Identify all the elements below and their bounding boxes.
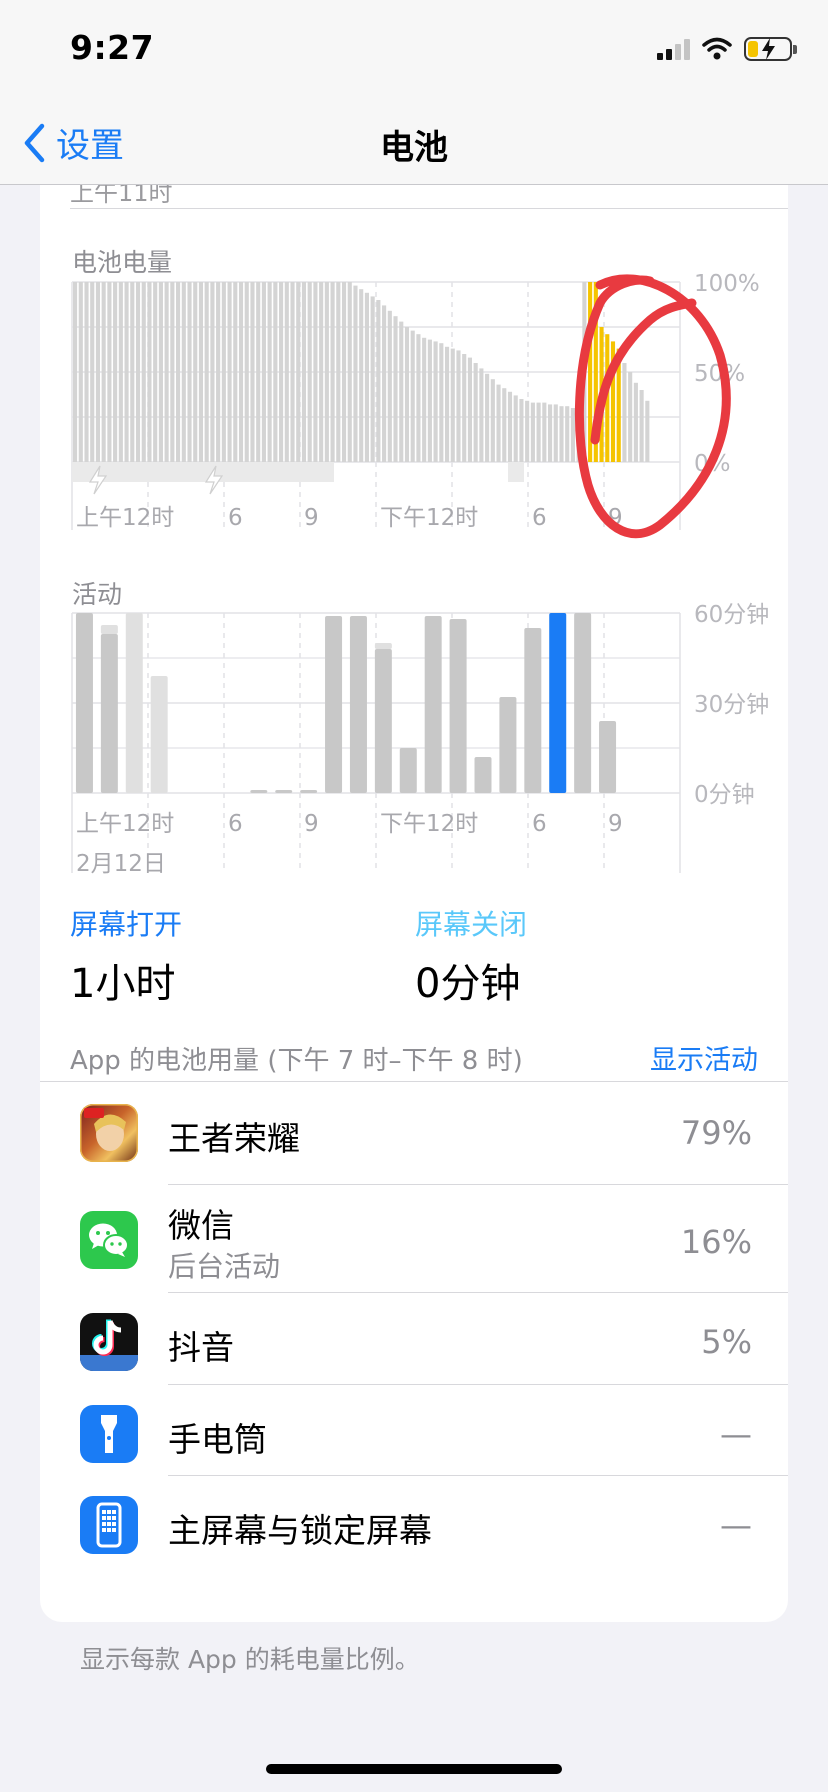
activity-chart: 60分钟 30分钟 0分钟上午12时 6 9 下午12时 6 9 2月12日 bbox=[71, 602, 769, 877]
activity-bar bbox=[300, 790, 318, 793]
page-title: 电池 bbox=[380, 128, 448, 168]
x-tick-label: 9 bbox=[304, 811, 319, 837]
app-row-douyin[interactable]: 抖音 5% bbox=[40, 1293, 788, 1385]
activity-bar bbox=[275, 790, 293, 793]
date-label: 2月12日 bbox=[76, 851, 166, 877]
activity-bar bbox=[524, 628, 542, 793]
app-name: 抖音 bbox=[168, 1328, 234, 1367]
app-row-game[interactable]: 王者荣耀 79% bbox=[40, 1082, 788, 1185]
battery-card: 上午11时 电池电量 100% 50% 0% 上午12时 6 9 下午12时 6 9 活动 60… bbox=[40, 185, 788, 1622]
nav-bar: 设置 电池 bbox=[0, 100, 828, 185]
wechat-icon bbox=[80, 1211, 138, 1269]
app-name: 主屏幕与锁定屏幕 bbox=[168, 1511, 432, 1550]
charging-bolt-icon bbox=[762, 38, 775, 60]
status-time: 9:27 bbox=[70, 28, 155, 67]
app-usage-header: App 的电池用量 (下午 7 时–下午 8 时) bbox=[70, 1046, 523, 1076]
cellular-signal-icon bbox=[657, 38, 690, 60]
screen-off-label: 屏幕关闭 bbox=[415, 908, 528, 941]
activity-bar bbox=[499, 697, 517, 793]
activity-bar bbox=[349, 616, 367, 793]
activity-bar bbox=[125, 613, 143, 793]
x-tick-label: 下午12时 bbox=[380, 811, 478, 837]
show-activity-button[interactable]: 显示活动 bbox=[650, 1038, 758, 1077]
status-bar: 9:27 bbox=[0, 0, 828, 100]
x-tick-label: 6 bbox=[228, 811, 243, 837]
x-tick-label: 9 bbox=[608, 811, 623, 837]
battery-icon bbox=[744, 37, 797, 61]
activity-bar bbox=[574, 613, 592, 793]
app-percent: — bbox=[720, 1415, 752, 1453]
x-tick-label: 6 bbox=[532, 811, 547, 837]
activity-bar bbox=[374, 649, 392, 793]
activity-bar bbox=[474, 757, 492, 793]
app-subtitle: 后台活动 bbox=[168, 1250, 281, 1283]
x-tick-label: 上午12时 bbox=[76, 811, 174, 837]
activity-bar bbox=[75, 613, 93, 793]
y-tick-label: 60分钟 bbox=[694, 602, 769, 628]
douyin-icon bbox=[80, 1313, 138, 1371]
activity-bar bbox=[100, 634, 118, 793]
app-usage-list: 王者荣耀 79% 微信 后台活动 16% 抖音 5% 手电筒 — 主屏幕与锁定屏… bbox=[40, 1082, 788, 1567]
app-percent: 16% bbox=[680, 1223, 752, 1261]
activity-bar-light bbox=[100, 625, 118, 634]
screen-off-stat: 屏幕关闭 0分钟 bbox=[415, 903, 527, 1009]
status-icons bbox=[657, 34, 797, 64]
activity-bar bbox=[599, 721, 617, 793]
activity-bar bbox=[150, 676, 168, 793]
y-tick-label: 0分钟 bbox=[694, 782, 755, 808]
app-percent: — bbox=[720, 1506, 752, 1544]
app-row-flashlight[interactable]: 手电筒 — bbox=[40, 1385, 788, 1476]
activity-bar bbox=[250, 790, 268, 793]
activity-bar bbox=[549, 613, 567, 793]
wifi-icon bbox=[702, 37, 732, 60]
app-name: 微信 bbox=[168, 1206, 234, 1245]
footer-note: 显示每款 App 的耗电量比例。 bbox=[80, 1645, 420, 1674]
screen-on-stat: 屏幕打开 1小时 bbox=[70, 903, 182, 1009]
game-icon bbox=[80, 1104, 138, 1162]
y-tick-label: 30分钟 bbox=[694, 692, 769, 718]
activity-bar bbox=[399, 748, 417, 793]
activity-bar-light bbox=[374, 643, 392, 649]
activity-bar bbox=[424, 616, 442, 793]
screen-on-label: 屏幕打开 bbox=[70, 908, 183, 941]
home-indicator[interactable] bbox=[266, 1764, 562, 1774]
app-row-home-lock[interactable]: 主屏幕与锁定屏幕 — bbox=[40, 1476, 788, 1567]
activity-bar bbox=[449, 619, 467, 793]
screen-on-value: 1小时 bbox=[70, 961, 176, 1007]
home-lock-screen-icon bbox=[80, 1496, 138, 1554]
screen-off-value: 0分钟 bbox=[415, 961, 521, 1007]
app-percent: 79% bbox=[680, 1114, 752, 1152]
app-percent: 5% bbox=[701, 1323, 752, 1361]
app-name: 手电筒 bbox=[168, 1420, 267, 1459]
flashlight-icon bbox=[80, 1405, 138, 1463]
app-name: 王者荣耀 bbox=[168, 1119, 300, 1158]
app-row-wechat[interactable]: 微信 后台活动 16% bbox=[40, 1185, 788, 1293]
activity-bar bbox=[325, 616, 343, 793]
